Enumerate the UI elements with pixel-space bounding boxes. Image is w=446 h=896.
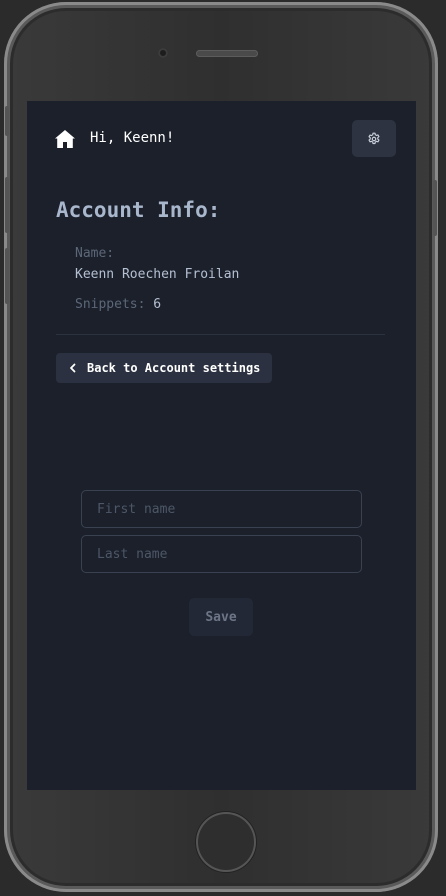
snippets-label: Snippets: [75, 297, 146, 312]
power-button [433, 180, 437, 236]
front-camera [158, 48, 168, 58]
gear-icon [368, 132, 380, 144]
section-divider [56, 334, 385, 335]
earpiece-speaker [196, 50, 258, 57]
first-name-input[interactable] [81, 490, 362, 528]
save-button[interactable]: Save [189, 598, 253, 636]
back-to-account-settings-button[interactable]: Back to Account settings [56, 353, 272, 383]
home-icon[interactable] [55, 130, 75, 148]
back-button-label: Back to Account settings [87, 361, 261, 375]
chevron-left-icon [70, 363, 76, 373]
name-value: Keenn Roechen Froilan [75, 267, 240, 282]
greeting-text: Hi, Keenn! [90, 130, 175, 146]
snippets-row: Snippets: 6 [75, 297, 161, 313]
volume-up-button [5, 177, 9, 233]
app-screen: Hi, Keenn! Account Info: Name: Keenn Roe… [27, 101, 416, 790]
mute-switch [5, 106, 9, 136]
device-home-button[interactable] [196, 812, 256, 872]
last-name-input[interactable] [81, 535, 362, 573]
settings-button[interactable] [352, 120, 396, 157]
snippets-count: 6 [153, 297, 162, 312]
name-label: Name: [75, 246, 115, 261]
top-bar: Hi, Keenn! [27, 101, 416, 177]
account-info-title: Account Info: [56, 198, 221, 222]
volume-down-button [5, 248, 9, 304]
